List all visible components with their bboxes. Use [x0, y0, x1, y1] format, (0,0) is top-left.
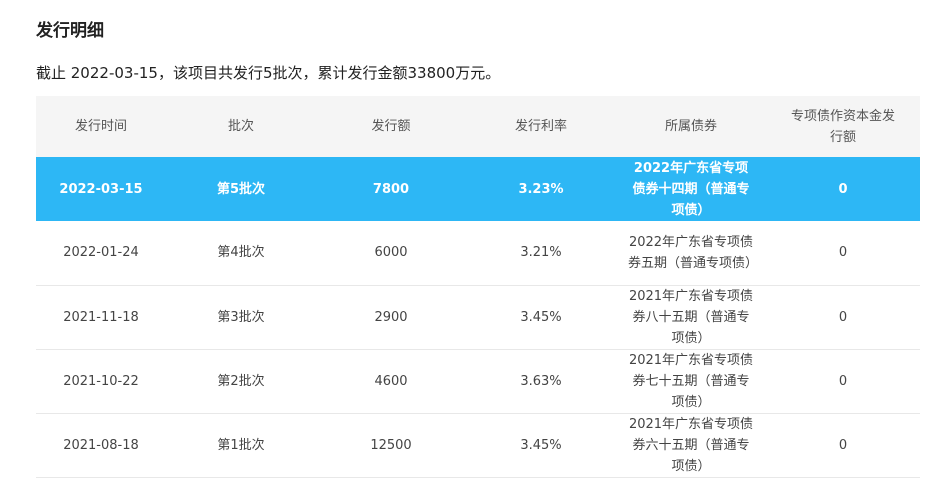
cell-amount: 7800	[372, 181, 410, 197]
header-issue-date: 发行时间	[74, 119, 127, 134]
issuance-summary: 截止 2022-03-15，该项目共发行5批次，累计发行金额33800万元。	[36, 64, 501, 82]
cell-capital: 0	[838, 181, 848, 197]
cell-bond: 2022年广东省专项债券五期（普通专项债）	[616, 221, 766, 285]
cell-date: 2021-08-18	[63, 437, 139, 453]
cell-amount: 2900	[374, 309, 408, 325]
cell-batch: 第1批次	[217, 437, 265, 453]
cell-bond: 2021年广东省专项债券七十五期（普通专项债）	[616, 349, 766, 413]
issuance-table: 发行时间 批次 发行额 发行利率 所属债券 专项债作资本金发行额 2022-03…	[36, 96, 920, 478]
cell-rate: 3.21%	[520, 245, 562, 261]
cell-batch: 第2批次	[217, 373, 265, 389]
cell-capital: 0	[838, 373, 848, 389]
cell-capital: 0	[838, 309, 848, 325]
table-header-row: 发行时间 批次 发行额 发行利率 所属债券 专项债作资本金发行额	[36, 96, 920, 157]
cell-bond: 2021年广东省专项债券六十五期（普通专项债）	[616, 413, 766, 477]
cell-amount: 6000	[374, 245, 408, 261]
header-amount: 发行额	[371, 119, 411, 134]
header-capital-amount: 专项债作资本金发行额	[766, 96, 920, 157]
cell-batch: 第4批次	[217, 245, 265, 261]
header-batch: 批次	[227, 119, 254, 134]
header-rate: 发行利率	[514, 119, 567, 134]
cell-date: 2022-03-15	[59, 181, 143, 197]
cell-date: 2021-11-18	[63, 309, 139, 325]
cell-batch: 第5批次	[216, 181, 266, 197]
issuance-details-panel: 发行明细 截止 2022-03-15，该项目共发行5批次，累计发行金额33800…	[0, 0, 929, 478]
cell-rate: 3.23%	[518, 181, 564, 197]
section-title: 发行明细	[36, 21, 104, 41]
cell-batch: 第3批次	[217, 309, 265, 325]
bond-name: 2022年广东省专项债券五期（普通专项债）	[628, 234, 759, 271]
cell-capital: 0	[838, 245, 848, 261]
cell-capital: 0	[838, 437, 848, 453]
header-capital-amount-label: 专项债作资本金发行额	[790, 108, 895, 145]
cell-rate: 3.45%	[520, 437, 562, 453]
cell-amount: 12500	[370, 437, 412, 453]
bond-name: 2021年广东省专项债券七十五期（普通专项债）	[628, 352, 754, 410]
table-row[interactable]: 2022-03-15 第5批次 7800 3.23% 2022年广东省专项债券十…	[36, 157, 920, 221]
table-row[interactable]: 2022-01-24 第4批次 6000 3.21% 2022年广东省专项债券五…	[36, 221, 920, 285]
header-bond: 所属债券	[664, 119, 717, 134]
cell-amount: 4600	[374, 373, 408, 389]
table-row[interactable]: 2021-11-18 第3批次 2900 3.45% 2021年广东省专项债券八…	[36, 285, 920, 349]
bond-name: 2022年广东省专项债券十四期（普通专项债）	[632, 160, 750, 218]
cell-rate: 3.63%	[520, 373, 562, 389]
bond-name: 2021年广东省专项债券六十五期（普通专项债）	[628, 416, 754, 474]
cell-bond: 2022年广东省专项债券十四期（普通专项债）	[616, 157, 766, 221]
cell-rate: 3.45%	[520, 309, 562, 325]
table-row[interactable]: 2021-10-22 第2批次 4600 3.63% 2021年广东省专项债券七…	[36, 349, 920, 413]
bond-name: 2021年广东省专项债券八十五期（普通专项债）	[628, 288, 754, 346]
cell-date: 2022-01-24	[63, 245, 139, 261]
cell-bond: 2021年广东省专项债券八十五期（普通专项债）	[616, 285, 766, 349]
table-row[interactable]: 2021-08-18 第1批次 12500 3.45% 2021年广东省专项债券…	[36, 413, 920, 477]
cell-date: 2021-10-22	[63, 373, 139, 389]
